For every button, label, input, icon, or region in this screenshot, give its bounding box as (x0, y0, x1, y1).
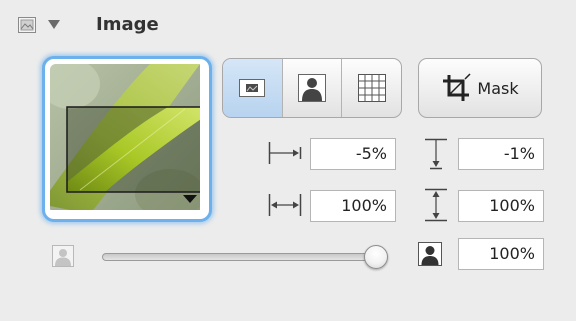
mask-button-label: Mask (477, 78, 519, 98)
scale-width-field[interactable]: 100% (310, 190, 396, 222)
crop-icon (443, 73, 471, 101)
disclosure-triangle-down-icon[interactable] (48, 20, 60, 30)
opacity-slider-knob[interactable] (364, 245, 388, 269)
section-title: Image (96, 14, 159, 35)
image-section-header[interactable]: Image (18, 13, 318, 39)
vertical-offset-icon (425, 138, 447, 170)
image-preview-well[interactable] (42, 56, 212, 222)
scale-height-field[interactable]: 100% (458, 190, 544, 222)
horizontal-offset-icon (268, 142, 302, 164)
scale-tile-button[interactable] (342, 59, 401, 117)
image-icon (18, 17, 36, 33)
opacity-field[interactable]: 100% (458, 238, 544, 270)
opacity-slider-track[interactable] (102, 253, 388, 261)
image-scaling-control (222, 58, 402, 118)
person-silhouette-light-icon (52, 245, 74, 267)
tile-image-icon (357, 74, 386, 102)
offset-x-field[interactable]: -5% (310, 138, 396, 170)
fill-image-icon (298, 74, 326, 102)
scale-fill-button[interactable] (283, 59, 343, 117)
fit-image-icon (239, 79, 266, 97)
image-preview-thumbnail (50, 64, 200, 210)
person-silhouette-dark-icon (418, 242, 442, 266)
offset-y-field[interactable]: -1% (458, 138, 544, 170)
scale-fit-button[interactable] (223, 59, 283, 117)
horizontal-scale-icon (268, 194, 302, 216)
mask-button[interactable]: Mask (418, 58, 542, 118)
vertical-scale-icon (425, 188, 447, 222)
